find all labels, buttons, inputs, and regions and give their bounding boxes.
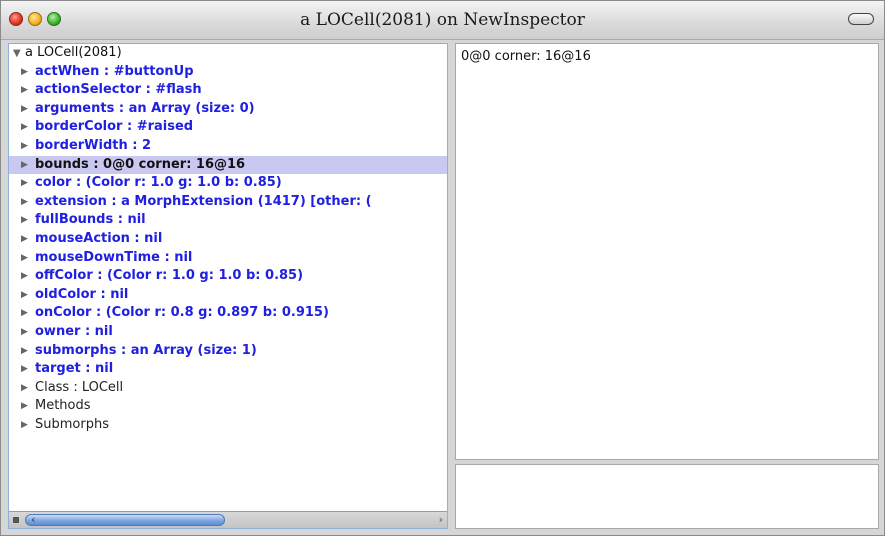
collapsed-triangle-icon[interactable]: ▶ <box>21 323 28 342</box>
collapsed-triangle-icon[interactable]: ▶ <box>21 193 28 212</box>
collapsed-triangle-icon[interactable]: ▶ <box>21 81 28 100</box>
collapsed-triangle-icon[interactable]: ▶ <box>21 100 28 119</box>
collapsed-triangle-icon[interactable]: ▶ <box>21 267 28 286</box>
tree-item[interactable]: ▶ color : (Color r: 1.0 g: 1.0 b: 0.85) <box>9 174 447 193</box>
tree-item[interactable]: ▶ Class : LOCell <box>9 379 447 398</box>
tree-item-label: borderWidth : 2 <box>35 137 152 153</box>
collapsed-triangle-icon[interactable]: ▶ <box>21 230 28 249</box>
collapsed-triangle-icon[interactable]: ▶ <box>21 304 28 323</box>
collapsed-triangle-icon[interactable]: ▶ <box>21 286 28 305</box>
value-pane[interactable]: 0@0 corner: 16@16 <box>455 43 879 460</box>
tree-root-label: a LOCell(2081) <box>25 45 122 60</box>
tree-item-label: arguments : an Array (size: 0) <box>35 100 255 116</box>
collapsed-triangle-icon[interactable]: ▶ <box>21 379 28 398</box>
collapsed-triangle-icon[interactable]: ▶ <box>21 397 28 416</box>
tree-item[interactable]: ▶ actWhen : #buttonUp <box>9 63 447 82</box>
window-title: a LOCell(2081) on NewInspector <box>300 10 585 30</box>
expanded-triangle-icon[interactable]: ▼ <box>13 45 25 64</box>
tree-item[interactable]: ▶ arguments : an Array (size: 0) <box>9 100 447 119</box>
tree-item-label: mouseDownTime : nil <box>35 249 193 265</box>
tree-item-label: extension : a MorphExtension (1417) [oth… <box>35 193 372 209</box>
field-tree: ▼ a LOCell(2081) ▶ actWhen : #buttonUp ▶ act… <box>9 44 447 510</box>
tree-item[interactable]: ▶ target : nil <box>9 360 447 379</box>
inspector-window: a LOCell(2081) on NewInspector ▼ a LOCell… <box>0 0 885 536</box>
scroll-left-arrow-icon[interactable]: ‹ <box>31 512 35 527</box>
collapsed-triangle-icon[interactable]: ▶ <box>21 63 28 82</box>
tree-item[interactable]: ▶ bounds : 0@0 corner: 16@16 <box>9 155 447 175</box>
scroll-right-arrow-icon[interactable]: › <box>439 512 443 527</box>
evaluator-pane[interactable] <box>455 464 879 529</box>
value-text: 0@0 corner: 16@16 <box>461 49 591 64</box>
tree-item-label: target : nil <box>35 361 114 377</box>
tree-item[interactable]: ▶ mouseAction : nil <box>9 230 447 249</box>
tree-item[interactable]: ▶ submorphs : an Array (size: 1) <box>9 342 447 361</box>
tree-item-label: borderColor : #raised <box>35 119 194 135</box>
tree-item-label: mouseAction : nil <box>35 230 163 246</box>
collapsed-triangle-icon[interactable]: ▶ <box>21 118 28 137</box>
tree-item-label: actWhen : #buttonUp <box>35 63 194 79</box>
tree-item[interactable]: ▶ mouseDownTime : nil <box>9 249 447 268</box>
tree-item-label: color : (Color r: 1.0 g: 1.0 b: 0.85) <box>35 175 282 191</box>
scrollbar-menu-icon[interactable] <box>13 517 19 523</box>
tree-item-label: Class : LOCell <box>35 379 124 395</box>
collapsed-triangle-icon[interactable]: ▶ <box>21 174 28 193</box>
collapsed-triangle-icon[interactable]: ▶ <box>21 249 28 268</box>
tree-item[interactable]: ▶ Methods <box>9 397 447 416</box>
tree-item-label: actionSelector : #flash <box>35 82 202 98</box>
horizontal-scrollbar[interactable]: ‹ › <box>9 511 447 528</box>
tree-root-node[interactable]: ▼ a LOCell(2081) <box>9 44 447 63</box>
tree-item[interactable]: ▶ fullBounds : nil <box>9 211 447 230</box>
tree-item[interactable]: ▶ Submorphs <box>9 416 447 435</box>
tree-item-label: Methods <box>35 398 91 414</box>
tree-item-label: fullBounds : nil <box>35 212 146 228</box>
tree-item[interactable]: ▶ borderWidth : 2 <box>9 137 447 156</box>
collapsed-triangle-icon[interactable]: ▶ <box>21 137 28 156</box>
collapsed-triangle-icon[interactable]: ▶ <box>21 211 28 230</box>
field-tree-pane[interactable]: ▼ a LOCell(2081) ▶ actWhen : #buttonUp ▶ act… <box>8 43 448 529</box>
tree-item[interactable]: ▶ oldColor : nil <box>9 286 447 305</box>
tree-item-label: offColor : (Color r: 1.0 g: 1.0 b: 0.85) <box>35 268 304 284</box>
scrollbar-thumb[interactable] <box>25 514 225 526</box>
tree-item-label: oldColor : nil <box>35 286 129 302</box>
tree-item[interactable]: ▶ borderColor : #raised <box>9 118 447 137</box>
collapsed-triangle-icon[interactable]: ▶ <box>21 360 28 379</box>
tree-item-label: Submorphs <box>35 416 109 432</box>
tree-item[interactable]: ▶ extension : a MorphExtension (1417) [ot… <box>9 193 447 212</box>
tree-item-label: bounds : 0@0 corner: 16@16 <box>35 156 246 172</box>
collapsed-triangle-icon[interactable]: ▶ <box>21 156 28 175</box>
tree-item-label: submorphs : an Array (size: 1) <box>35 342 257 358</box>
collapsed-triangle-icon[interactable]: ▶ <box>21 342 28 361</box>
tree-item[interactable]: ▶ owner : nil <box>9 323 447 342</box>
tree-item[interactable]: ▶ onColor : (Color r: 0.8 g: 0.897 b: 0.9… <box>9 304 447 323</box>
tree-item[interactable]: ▶ actionSelector : #flash <box>9 81 447 100</box>
collapse-toggle-button[interactable] <box>848 13 874 25</box>
collapsed-triangle-icon[interactable]: ▶ <box>21 416 28 435</box>
tree-item-label: owner : nil <box>35 323 113 339</box>
title-bar[interactable]: a LOCell(2081) on NewInspector <box>1 1 884 40</box>
tree-item[interactable]: ▶ offColor : (Color r: 1.0 g: 1.0 b: 0.85… <box>9 267 447 286</box>
tree-item-label: onColor : (Color r: 0.8 g: 0.897 b: 0.91… <box>35 305 329 321</box>
